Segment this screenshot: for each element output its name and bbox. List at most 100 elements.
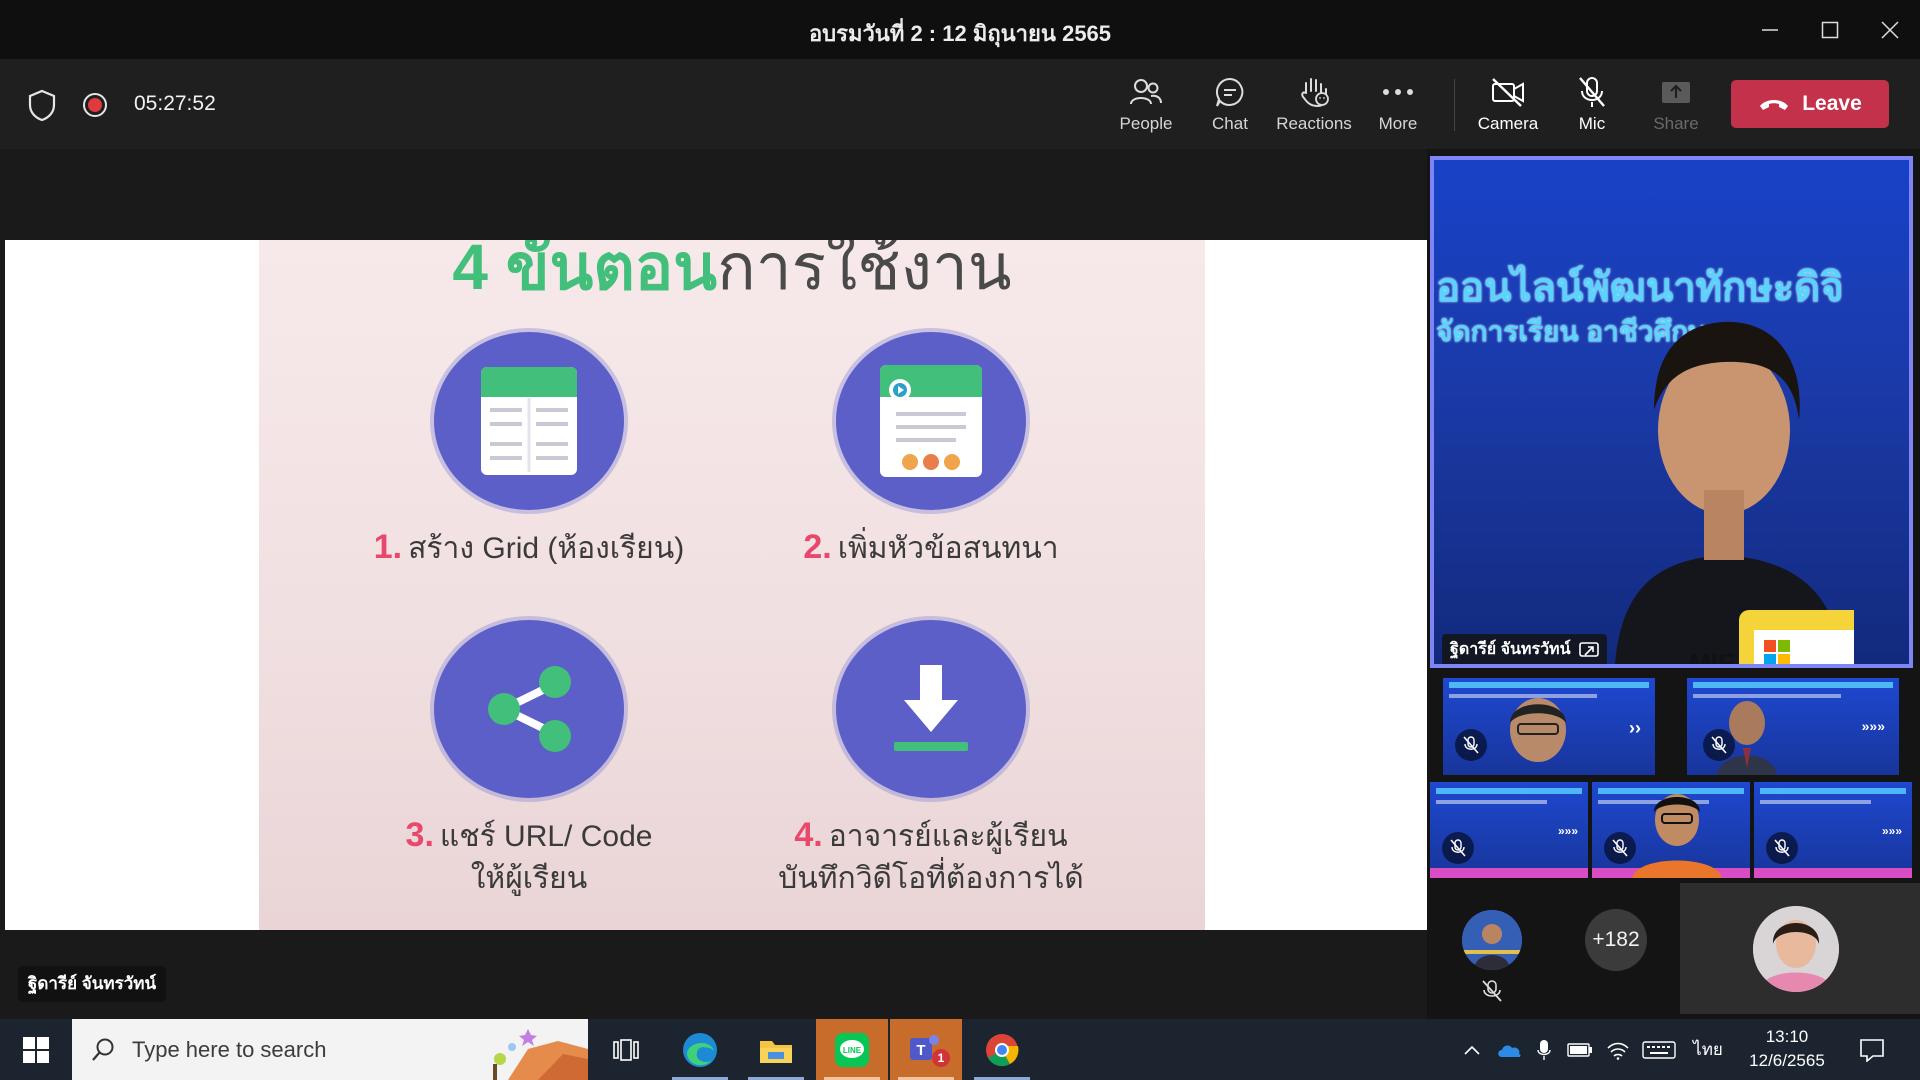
speaker-person <box>1615 321 1854 664</box>
task-view-button[interactable] <box>590 1019 662 1080</box>
wifi-icon[interactable] <box>1602 1019 1634 1080</box>
leave-label: Leave <box>1802 92 1862 115</box>
svg-text:LINE: LINE <box>843 1046 862 1055</box>
people-icon <box>1129 73 1163 111</box>
close-button[interactable] <box>1860 0 1920 59</box>
slide-step-1-label: 1. สร้าง Grid (ห้องเรียน) <box>329 526 729 570</box>
reactions-button[interactable]: Reactions <box>1272 73 1356 139</box>
presenter-name-tag: ฐิดารีย์ จันทรวัทน์ <box>18 966 167 1002</box>
chevron-right-icon: »»» <box>1557 824 1578 838</box>
muted-mic-icon <box>1442 832 1474 864</box>
more-participants-count[interactable]: +182 <box>1585 909 1647 971</box>
leave-button[interactable]: Leave <box>1731 80 1889 128</box>
clock-date: 12/6/2565 <box>1749 1051 1825 1070</box>
step-4-text: อาจารย์และผู้เรียน <box>828 820 1068 853</box>
share-label: Share <box>1653 114 1699 133</box>
people-button[interactable]: People <box>1104 73 1188 139</box>
keyboard-icon[interactable] <box>1640 1019 1678 1080</box>
taskbar-app-chrome[interactable] <box>966 1019 1038 1080</box>
chevron-right-icon: »»» <box>1861 718 1885 734</box>
meeting-timer: 05:27:52 <box>134 92 216 115</box>
participant-tile[interactable]: »»» <box>1687 678 1899 775</box>
notification-icon <box>1860 1038 1884 1062</box>
slide-step-4: 4. อาจารย์และผู้เรียน บันทึกวิดีโอที่ต้องก… <box>731 620 1131 900</box>
badge-text: MIE <box>1689 648 1736 668</box>
input-language-indicator[interactable]: ไทย <box>1688 1019 1728 1080</box>
shield-icon[interactable] <box>27 89 57 126</box>
taskbar-app-teams[interactable]: T 1 <box>890 1019 962 1080</box>
more-button[interactable]: More <box>1356 73 1440 139</box>
onedrive-icon[interactable] <box>1494 1019 1524 1080</box>
step-3-text-line2: ให้ผู้เรียน <box>470 862 588 895</box>
slide-step-2: 2. เพิ่มหัวข้อสนทนา <box>731 332 1131 570</box>
meeting-toolbar: 05:27:52 People Chat Reactions More Came… <box>0 59 1920 149</box>
microphone-tray-icon[interactable] <box>1530 1019 1558 1080</box>
taskbar-app-file-explorer[interactable] <box>740 1019 812 1080</box>
mic-button[interactable]: Mic <box>1550 73 1634 139</box>
camera-label: Camera <box>1477 114 1539 133</box>
start-button[interactable] <box>14 1031 58 1069</box>
minimize-icon <box>1762 28 1778 31</box>
battery-icon[interactable] <box>1564 1019 1596 1080</box>
screen-share-indicator-icon <box>1578 642 1599 657</box>
edge-browser-icon <box>683 1032 717 1067</box>
step-3-text: แชร์ URL/ Code <box>439 820 653 853</box>
download-icon <box>836 620 1026 798</box>
slide-step-3-label: 3. แชร์ URL/ Code ให้ผู้เรียน <box>329 814 729 900</box>
presentation-slide: 4 ขั้นตอนการใช้งาน 1. สร้าง Grid (ห้องเร… <box>259 240 1205 930</box>
hang-up-icon <box>1760 100 1789 110</box>
svg-text:T: T <box>916 1042 925 1059</box>
taskbar-clock[interactable]: 13:10 12/6/2565 <box>1742 1025 1832 1073</box>
shared-screen: 4 ขั้นตอนการใช้งาน 1. สร้าง Grid (ห้องเร… <box>5 240 1427 930</box>
windows-taskbar: Type here to search LINE T 1 ไทย 13:10 1… <box>0 1019 1920 1080</box>
chat-button[interactable]: Chat <box>1188 73 1272 139</box>
show-hidden-icons-button[interactable] <box>1458 1019 1486 1080</box>
muted-mic-icon <box>1604 832 1636 864</box>
share-icon <box>434 620 624 798</box>
step-1-number: 1. <box>373 528 403 566</box>
participant-tile[interactable]: »»» <box>1754 782 1912 878</box>
step-2-text: เพิ่มหัวข้อสนทนา <box>837 532 1059 565</box>
notification-center-button[interactable] <box>1850 1019 1894 1080</box>
reactions-label: Reactions <box>1276 114 1352 133</box>
clock-time: 13:10 <box>1765 1027 1809 1046</box>
slide-step-4-label: 4. อาจารย์และผู้เรียน บันทึกวิดีโอที่ต้องก… <box>731 814 1131 900</box>
chevron-up-icon <box>1464 1045 1480 1055</box>
participant-tile[interactable]: »»» <box>1430 782 1588 878</box>
share-tray-icon <box>1660 73 1692 111</box>
mic-off-icon <box>1577 73 1607 111</box>
minimize-button[interactable] <box>1740 0 1800 59</box>
people-label: People <box>1119 114 1173 133</box>
slide-title-highlight: 4 ขั้นตอน <box>452 240 717 303</box>
window-title: อบรมวันที่ 2 : 12 มิถุนายน 2565 <box>808 21 1112 46</box>
chat-label: Chat <box>1212 114 1248 133</box>
step-4-number: 4. <box>794 816 823 854</box>
taskbar-app-line[interactable]: LINE <box>816 1019 888 1080</box>
self-view-tile[interactable] <box>1680 883 1920 1014</box>
taskbar-app-edge[interactable] <box>664 1019 736 1080</box>
search-highlight-illustration-icon <box>493 1029 588 1080</box>
taskbar-search-box[interactable]: Type here to search <box>72 1019 588 1080</box>
slide-step-2-label: 2. เพิ่มหัวข้อสนทนา <box>731 526 1131 570</box>
camera-off-icon <box>1490 73 1526 111</box>
camera-button[interactable]: Camera <box>1466 73 1550 139</box>
chrome-browser-icon <box>986 1033 1019 1066</box>
muted-mic-icon <box>1482 980 1502 1007</box>
teams-notification-badge: 1 <box>932 1049 950 1067</box>
folder-icon <box>760 1040 792 1063</box>
slide-step-3: 3. แชร์ URL/ Code ให้ผู้เรียน <box>329 620 729 900</box>
maximize-button[interactable] <box>1800 0 1860 59</box>
slide-step-1: 1. สร้าง Grid (ห้องเรียน) <box>329 332 729 570</box>
participant-tile[interactable] <box>1592 782 1750 878</box>
chevron-right-icon: ›› <box>1629 718 1641 738</box>
slide-title-rest: การใช้งาน <box>716 240 1012 303</box>
share-button[interactable]: Share <box>1634 73 1718 139</box>
muted-mic-icon <box>1703 729 1735 761</box>
active-speaker-video[interactable]: ออนไลน์พัฒนาทักษะดิจิ จัดการเรียน อาชีวศ… <box>1430 156 1913 668</box>
speaker-name: ฐิดารีย์ จันทรวัทน์ <box>1450 641 1571 658</box>
avatar[interactable] <box>1462 910 1522 970</box>
toolbar-divider <box>1454 79 1455 131</box>
participant-tile[interactable]: ›› <box>1443 678 1655 775</box>
close-icon <box>1881 20 1899 39</box>
grid-icon <box>434 332 624 510</box>
